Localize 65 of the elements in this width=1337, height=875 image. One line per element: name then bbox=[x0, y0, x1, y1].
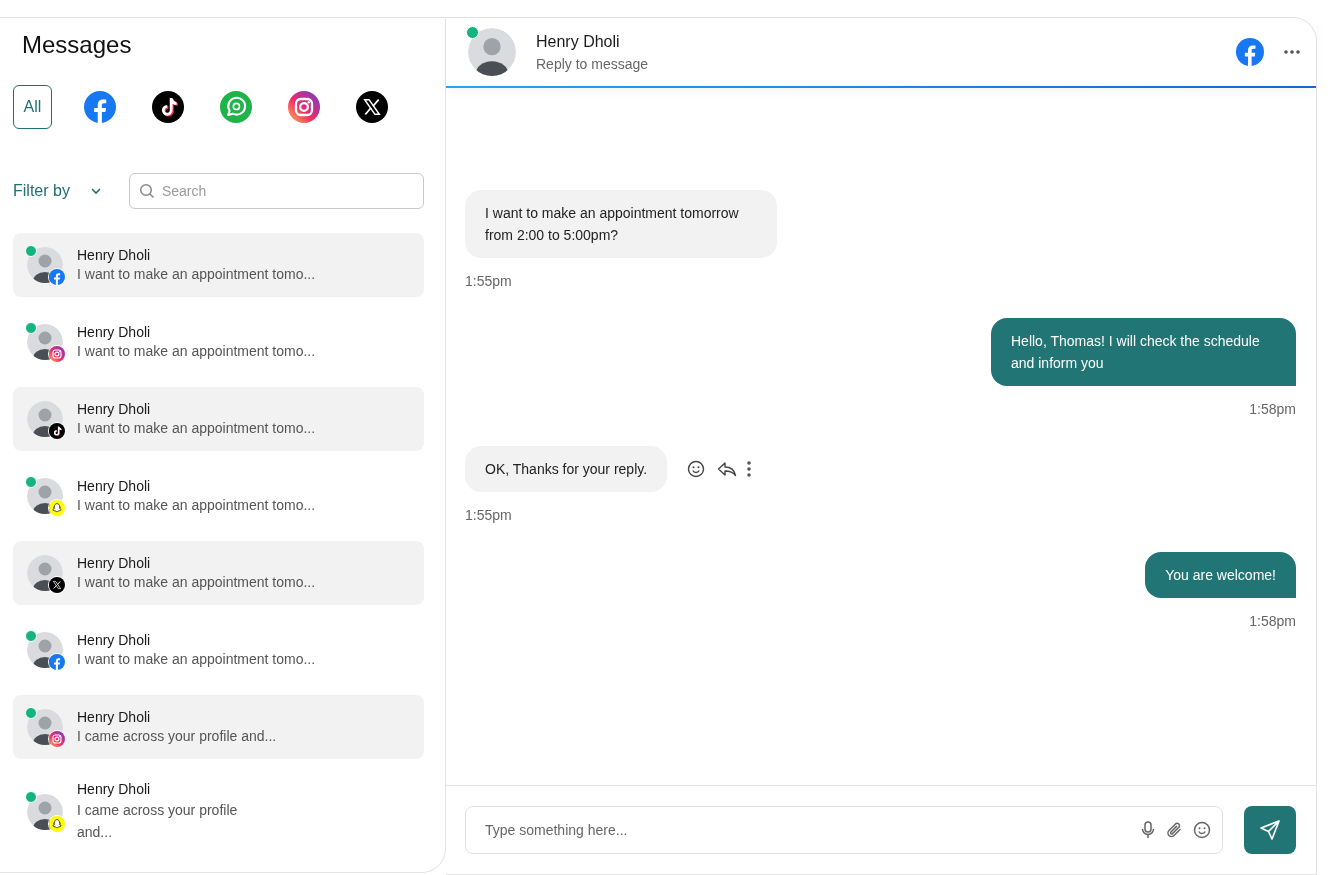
message-time: 1:55pm bbox=[465, 507, 512, 523]
message-preview: I want to make an appointment tomo... bbox=[77, 496, 316, 515]
conversation-item[interactable]: Henry Dholi I came across your profile and... bbox=[13, 772, 424, 851]
conversation-item[interactable]: Henry Dholi I want to make an appointment tomo... bbox=[13, 387, 424, 451]
message-preview: I want to make an appointment tomo... bbox=[77, 265, 316, 284]
instagram-icon bbox=[49, 346, 65, 362]
message-preview: I want to make an appointment tomo... bbox=[77, 419, 316, 438]
message-time: 1:58pm bbox=[1249, 401, 1296, 417]
message-bubble: Hello, Thomas! I will check the schedule and inform you bbox=[991, 318, 1296, 386]
contact-name: Henry Dholi bbox=[77, 323, 152, 342]
send-icon bbox=[1259, 819, 1281, 841]
conversation-item[interactable]: Henry Dholi I want to make an appointment tomo... bbox=[13, 618, 424, 682]
snapchat-icon bbox=[49, 500, 65, 516]
conversation-item[interactable]: Henry Dholi I want to make an appointment tomo... bbox=[13, 541, 424, 605]
reply-icon[interactable] bbox=[717, 461, 738, 477]
contact-name: Henry Dholi bbox=[77, 554, 152, 573]
message-preview: I came across your profile and... bbox=[77, 727, 277, 746]
conversation-item[interactable]: Henry Dholi I want to make an appointment tomo... bbox=[13, 464, 424, 528]
message-preview: I came across your profile and... bbox=[77, 801, 238, 842]
contact-name: Henry Dholi bbox=[77, 780, 152, 799]
send-button[interactable] bbox=[1244, 806, 1296, 854]
tiktok-icon[interactable] bbox=[152, 91, 184, 123]
emoji-icon[interactable] bbox=[1193, 821, 1211, 839]
contact-name: Henry Dholi bbox=[77, 708, 152, 727]
facebook-icon bbox=[1236, 38, 1264, 66]
contact-name: Henry Dholi bbox=[77, 246, 152, 265]
more-vertical-icon[interactable] bbox=[747, 461, 752, 477]
emoji-icon[interactable] bbox=[687, 460, 706, 478]
instagram-icon[interactable] bbox=[288, 91, 320, 123]
messages-title: Messages bbox=[22, 31, 133, 59]
message-bubble: You are welcome! bbox=[1145, 552, 1296, 598]
contact-name: Henry Dholi bbox=[77, 477, 152, 496]
x-logo-icon[interactable] bbox=[356, 91, 388, 123]
search-field[interactable]: Search bbox=[128, 173, 424, 209]
more-icon[interactable] bbox=[1284, 50, 1300, 54]
all-tab[interactable]: All bbox=[13, 85, 52, 129]
message-bubble: OK, Thanks for your reply. bbox=[465, 446, 668, 492]
contact-subtitle: Reply to message bbox=[536, 55, 650, 72]
microphone-icon[interactable] bbox=[1141, 821, 1155, 839]
message-bubble: I want to make an appointment tomorrow from 2:00 to 5:00pm? bbox=[465, 190, 777, 258]
instagram-icon bbox=[49, 731, 65, 747]
conversation-item[interactable]: Henry Dholi I came across your profile and... bbox=[13, 695, 424, 759]
tiktok-icon bbox=[49, 423, 65, 439]
contact-name: Henry Dholi bbox=[536, 32, 621, 51]
message-input[interactable]: Type something here... bbox=[465, 806, 1223, 854]
message-time: 1:55pm bbox=[465, 273, 512, 289]
facebook-icon[interactable] bbox=[84, 91, 116, 123]
conversation-item[interactable]: Henry Dholi I want to make an appointment tomo... bbox=[13, 310, 424, 374]
facebook-icon bbox=[49, 654, 65, 670]
chevron-down-icon[interactable] bbox=[89, 187, 102, 195]
facebook-icon bbox=[49, 269, 65, 285]
search-icon bbox=[138, 183, 155, 199]
message-preview: I want to make an appointment tomo... bbox=[77, 650, 316, 669]
conversation-item[interactable]: Henry Dholi I want to make an appointment tomo... bbox=[13, 233, 424, 297]
filter-label: Filter by bbox=[13, 182, 70, 200]
avatar-photo bbox=[468, 28, 516, 76]
message-preview: I want to make an appointment tomo... bbox=[77, 342, 316, 361]
message-time: 1:58pm bbox=[1249, 613, 1296, 629]
snapchat-icon bbox=[49, 815, 65, 832]
contact-name: Henry Dholi bbox=[77, 631, 152, 650]
contact-name: Henry Dholi bbox=[77, 400, 152, 419]
message-preview: I want to make an appointment tomo... bbox=[77, 573, 316, 592]
x-logo-icon bbox=[49, 577, 65, 593]
whatsapp-business-icon[interactable] bbox=[220, 91, 252, 123]
paperclip-icon[interactable] bbox=[1165, 821, 1183, 839]
